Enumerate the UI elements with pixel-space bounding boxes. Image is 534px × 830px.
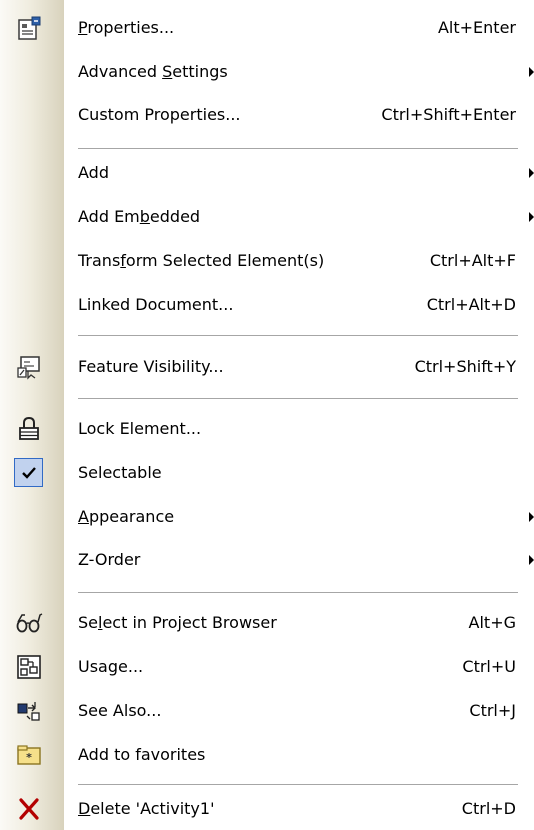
submenu-arrow-icon <box>529 512 534 522</box>
menu-separator <box>78 592 518 593</box>
properties-icon <box>15 14 43 42</box>
menu-item-shortcut: Ctrl+D <box>461 799 516 818</box>
menu-item-shortcut: Alt+Enter <box>437 18 516 37</box>
menu-item-advanced-settings[interactable]: Advanced Settings <box>0 53 534 91</box>
menu-item-label: Usage... <box>78 657 144 676</box>
menu-item-shortcut: Ctrl+U <box>462 657 516 676</box>
menu-item-label: Lock Element... <box>78 419 202 438</box>
menu-item-linked-document[interactable]: Linked Document... Ctrl+Alt+D <box>0 286 534 324</box>
menu-separator <box>78 784 518 785</box>
usage-icon <box>15 653 43 681</box>
menu-item-label: Feature Visibility... <box>78 357 224 376</box>
submenu-arrow-icon <box>529 67 534 77</box>
menu-item-label: Add to favorites <box>78 745 206 764</box>
menu-separator <box>78 398 518 399</box>
menu-item-label: Advanced Settings <box>78 62 228 81</box>
svg-text:*: * <box>26 751 32 764</box>
menu-item-label: Transform Selected Element(s) <box>78 251 325 270</box>
menu-item-label: Properties... <box>78 18 175 37</box>
menu-item-shortcut: Ctrl+Alt+F <box>429 251 516 270</box>
menu-item-transform-selected[interactable]: Transform Selected Element(s) Ctrl+Alt+F <box>0 242 534 280</box>
menu-item-shortcut: Ctrl+Alt+D <box>426 295 516 314</box>
menu-item-label: Z-Order <box>78 550 141 569</box>
context-menu: Properties... Alt+Enter Advanced Setting… <box>0 0 534 830</box>
menu-item-delete[interactable]: Delete 'Activity1' Ctrl+D <box>0 790 534 828</box>
submenu-arrow-icon <box>529 168 534 178</box>
menu-item-feature-visibility[interactable]: Feature Visibility... Ctrl+Shift+Y <box>0 348 534 386</box>
menu-item-label: Selectable <box>78 463 162 482</box>
menu-item-properties[interactable]: Properties... Alt+Enter <box>0 9 534 47</box>
menu-item-label: Select in Project Browser <box>78 613 277 632</box>
menu-item-add-embedded[interactable]: Add Embedded <box>0 198 534 236</box>
menu-item-label: See Also... <box>78 701 162 720</box>
menu-item-see-also[interactable]: See Also... Ctrl+J <box>0 692 534 730</box>
menu-item-label: Add <box>78 163 109 182</box>
menu-item-custom-properties[interactable]: Custom Properties... Ctrl+Shift+Enter <box>0 96 534 134</box>
menu-item-add[interactable]: Add <box>0 154 534 192</box>
delete-x-icon <box>15 795 43 823</box>
glasses-icon <box>15 609 43 637</box>
submenu-arrow-icon <box>529 555 534 565</box>
feature-visibility-icon <box>15 353 43 381</box>
menu-item-shortcut: Ctrl+Shift+Enter <box>381 105 516 124</box>
menu-item-shortcut: Ctrl+Shift+Y <box>414 357 516 376</box>
favorites-folder-icon: * <box>15 741 43 769</box>
menu-item-lock-element[interactable]: Lock Element... <box>0 410 534 448</box>
menu-separator <box>78 148 518 149</box>
menu-item-z-order[interactable]: Z-Order <box>0 541 534 579</box>
menu-item-label: Add Embedded <box>78 207 201 226</box>
menu-item-label: Delete 'Activity1' <box>78 799 215 818</box>
menu-item-usage[interactable]: Usage... Ctrl+U <box>0 648 534 686</box>
menu-item-add-to-favorites[interactable]: * Add to favorites <box>0 736 534 774</box>
menu-separator <box>78 335 518 336</box>
menu-item-shortcut: Alt+G <box>468 613 516 632</box>
menu-item-appearance[interactable]: Appearance <box>0 498 534 536</box>
checkmark-icon <box>14 458 43 487</box>
menu-item-label: Linked Document... <box>78 295 234 314</box>
submenu-arrow-icon <box>529 212 534 222</box>
menu-item-label: Custom Properties... <box>78 105 241 124</box>
see-also-icon <box>15 697 43 725</box>
menu-item-select-in-project-browser[interactable]: Select in Project Browser Alt+G <box>0 604 534 642</box>
menu-item-shortcut: Ctrl+J <box>469 701 516 720</box>
menu-item-selectable[interactable]: Selectable <box>0 454 534 492</box>
menu-item-label: Appearance <box>78 507 175 526</box>
lock-icon <box>15 415 43 443</box>
